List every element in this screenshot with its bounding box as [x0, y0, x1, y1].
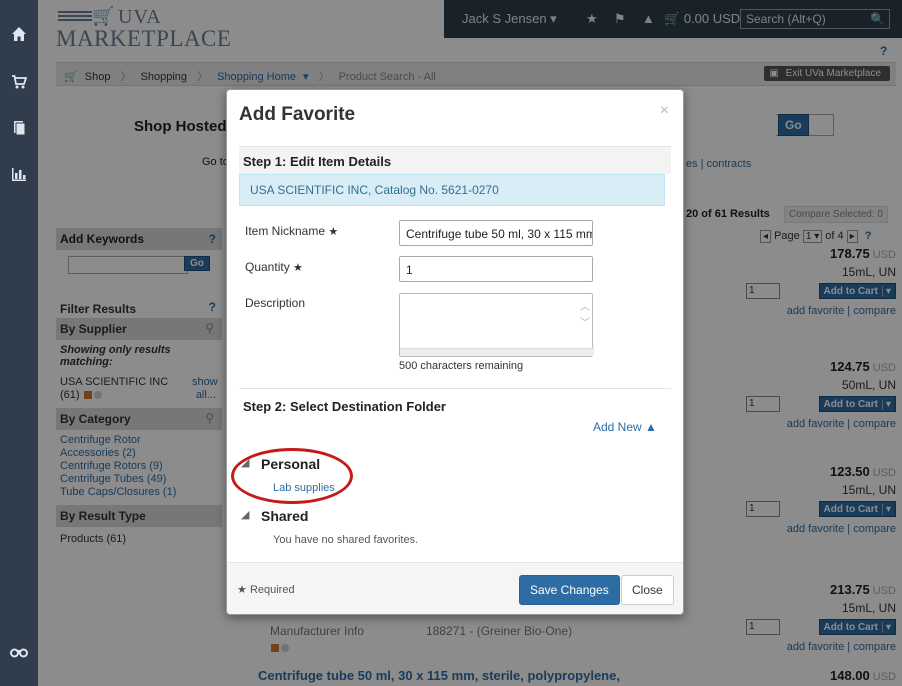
- nickname-label-text: Item Nickname: [245, 224, 326, 238]
- textarea-resize-grip[interactable]: [400, 348, 594, 356]
- highlight-circle: [231, 448, 353, 504]
- add-new-label: Add New: [593, 420, 642, 434]
- shared-folder-heading: Shared: [261, 508, 309, 524]
- save-changes-button[interactable]: Save Changes: [519, 575, 620, 605]
- step1-heading: Step 1: Edit Item Details: [239, 146, 671, 174]
- caret-up-icon: ▲: [645, 420, 657, 434]
- characters-remaining: 500 characters remaining: [399, 360, 524, 372]
- tree-toggle-icon[interactable]: ◢: [241, 508, 249, 521]
- nickname-label: Item Nickname ★: [245, 224, 338, 238]
- cart-icon[interactable]: [0, 74, 38, 94]
- quantity-label-text: Quantity: [245, 260, 290, 274]
- required-note-text: Required: [249, 584, 295, 596]
- shared-empty-message: You have no shared favorites.: [273, 534, 419, 546]
- left-nav-rail: [0, 0, 38, 686]
- quantity-label: Quantity ★: [245, 260, 303, 274]
- documents-icon[interactable]: [0, 120, 38, 140]
- required-star-icon: ★: [293, 262, 303, 274]
- required-note: ★ Required: [237, 583, 295, 596]
- required-star-icon: ★: [237, 584, 247, 596]
- quantity-input[interactable]: 1: [399, 256, 593, 282]
- description-textarea[interactable]: ︿ ﹀: [399, 293, 594, 357]
- binoculars-icon[interactable]: [0, 644, 38, 662]
- step2-heading: Step 2: Select Destination Folder: [239, 388, 671, 416]
- item-info-box: USA SCIENTIFIC INC, Catalog No. 5621-027…: [239, 174, 665, 206]
- add-favorite-dialog: Add Favorite × Step 1: Edit Item Details…: [226, 89, 684, 615]
- dialog-title: Add Favorite: [239, 104, 356, 125]
- close-button[interactable]: Close: [621, 575, 674, 605]
- textarea-scroll-arrows[interactable]: ︿ ﹀: [580, 300, 590, 332]
- nickname-input[interactable]: Centrifuge tube 50 ml, 30 x 115 mm: [399, 220, 593, 246]
- home-icon[interactable]: [0, 26, 38, 46]
- dialog-footer: ★ Required Save Changes Close: [227, 562, 683, 614]
- required-star-icon: ★: [328, 226, 339, 238]
- add-new-folder-link[interactable]: Add New ▲: [593, 420, 657, 434]
- bar-chart-icon[interactable]: [0, 166, 38, 186]
- description-label: Description: [245, 296, 306, 310]
- close-icon[interactable]: ×: [660, 102, 669, 120]
